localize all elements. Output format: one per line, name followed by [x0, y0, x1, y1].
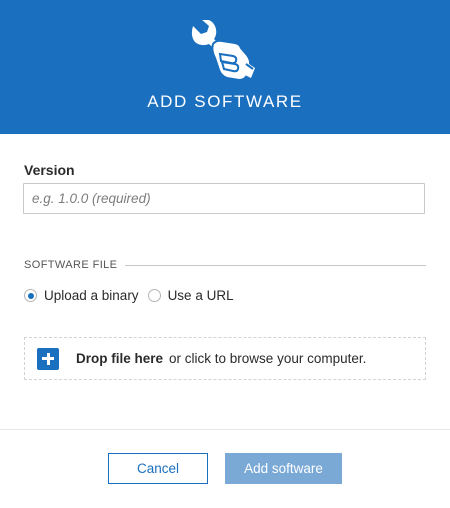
browse-text: or click to browse your computer. [169, 351, 367, 366]
radio-label: Use a URL [167, 288, 234, 303]
cancel-button[interactable]: Cancel [108, 453, 208, 484]
drop-file-text: Drop file here [76, 351, 164, 366]
add-software-dialog: ADD SOFTWARE Version SOFTWARE FILE Uploa… [0, 0, 450, 508]
add-software-button[interactable]: Add software [225, 453, 342, 484]
radio-selected-icon[interactable] [24, 289, 37, 302]
dialog-header: ADD SOFTWARE [0, 0, 450, 134]
radio-label: Upload a binary [44, 288, 139, 303]
wrench-hand-icon [191, 20, 255, 82]
radio-unselected-icon[interactable] [147, 289, 161, 302]
plus-icon [37, 347, 59, 370]
software-file-section: SOFTWARE FILE [24, 259, 426, 271]
file-dropzone[interactable]: Drop file here or click to browse your c… [24, 337, 426, 380]
radio-upload-binary[interactable]: Upload a binary [24, 288, 139, 303]
version-label: Version [24, 162, 75, 178]
footer-divider [0, 429, 450, 430]
dialog-title: ADD SOFTWARE [147, 92, 303, 111]
version-input[interactable] [23, 183, 425, 214]
software-file-radio-group: Upload a binary Use a URL [24, 288, 234, 303]
section-label: SOFTWARE FILE [24, 259, 118, 271]
radio-use-url[interactable]: Use a URL [147, 288, 234, 303]
section-divider [125, 264, 426, 266]
